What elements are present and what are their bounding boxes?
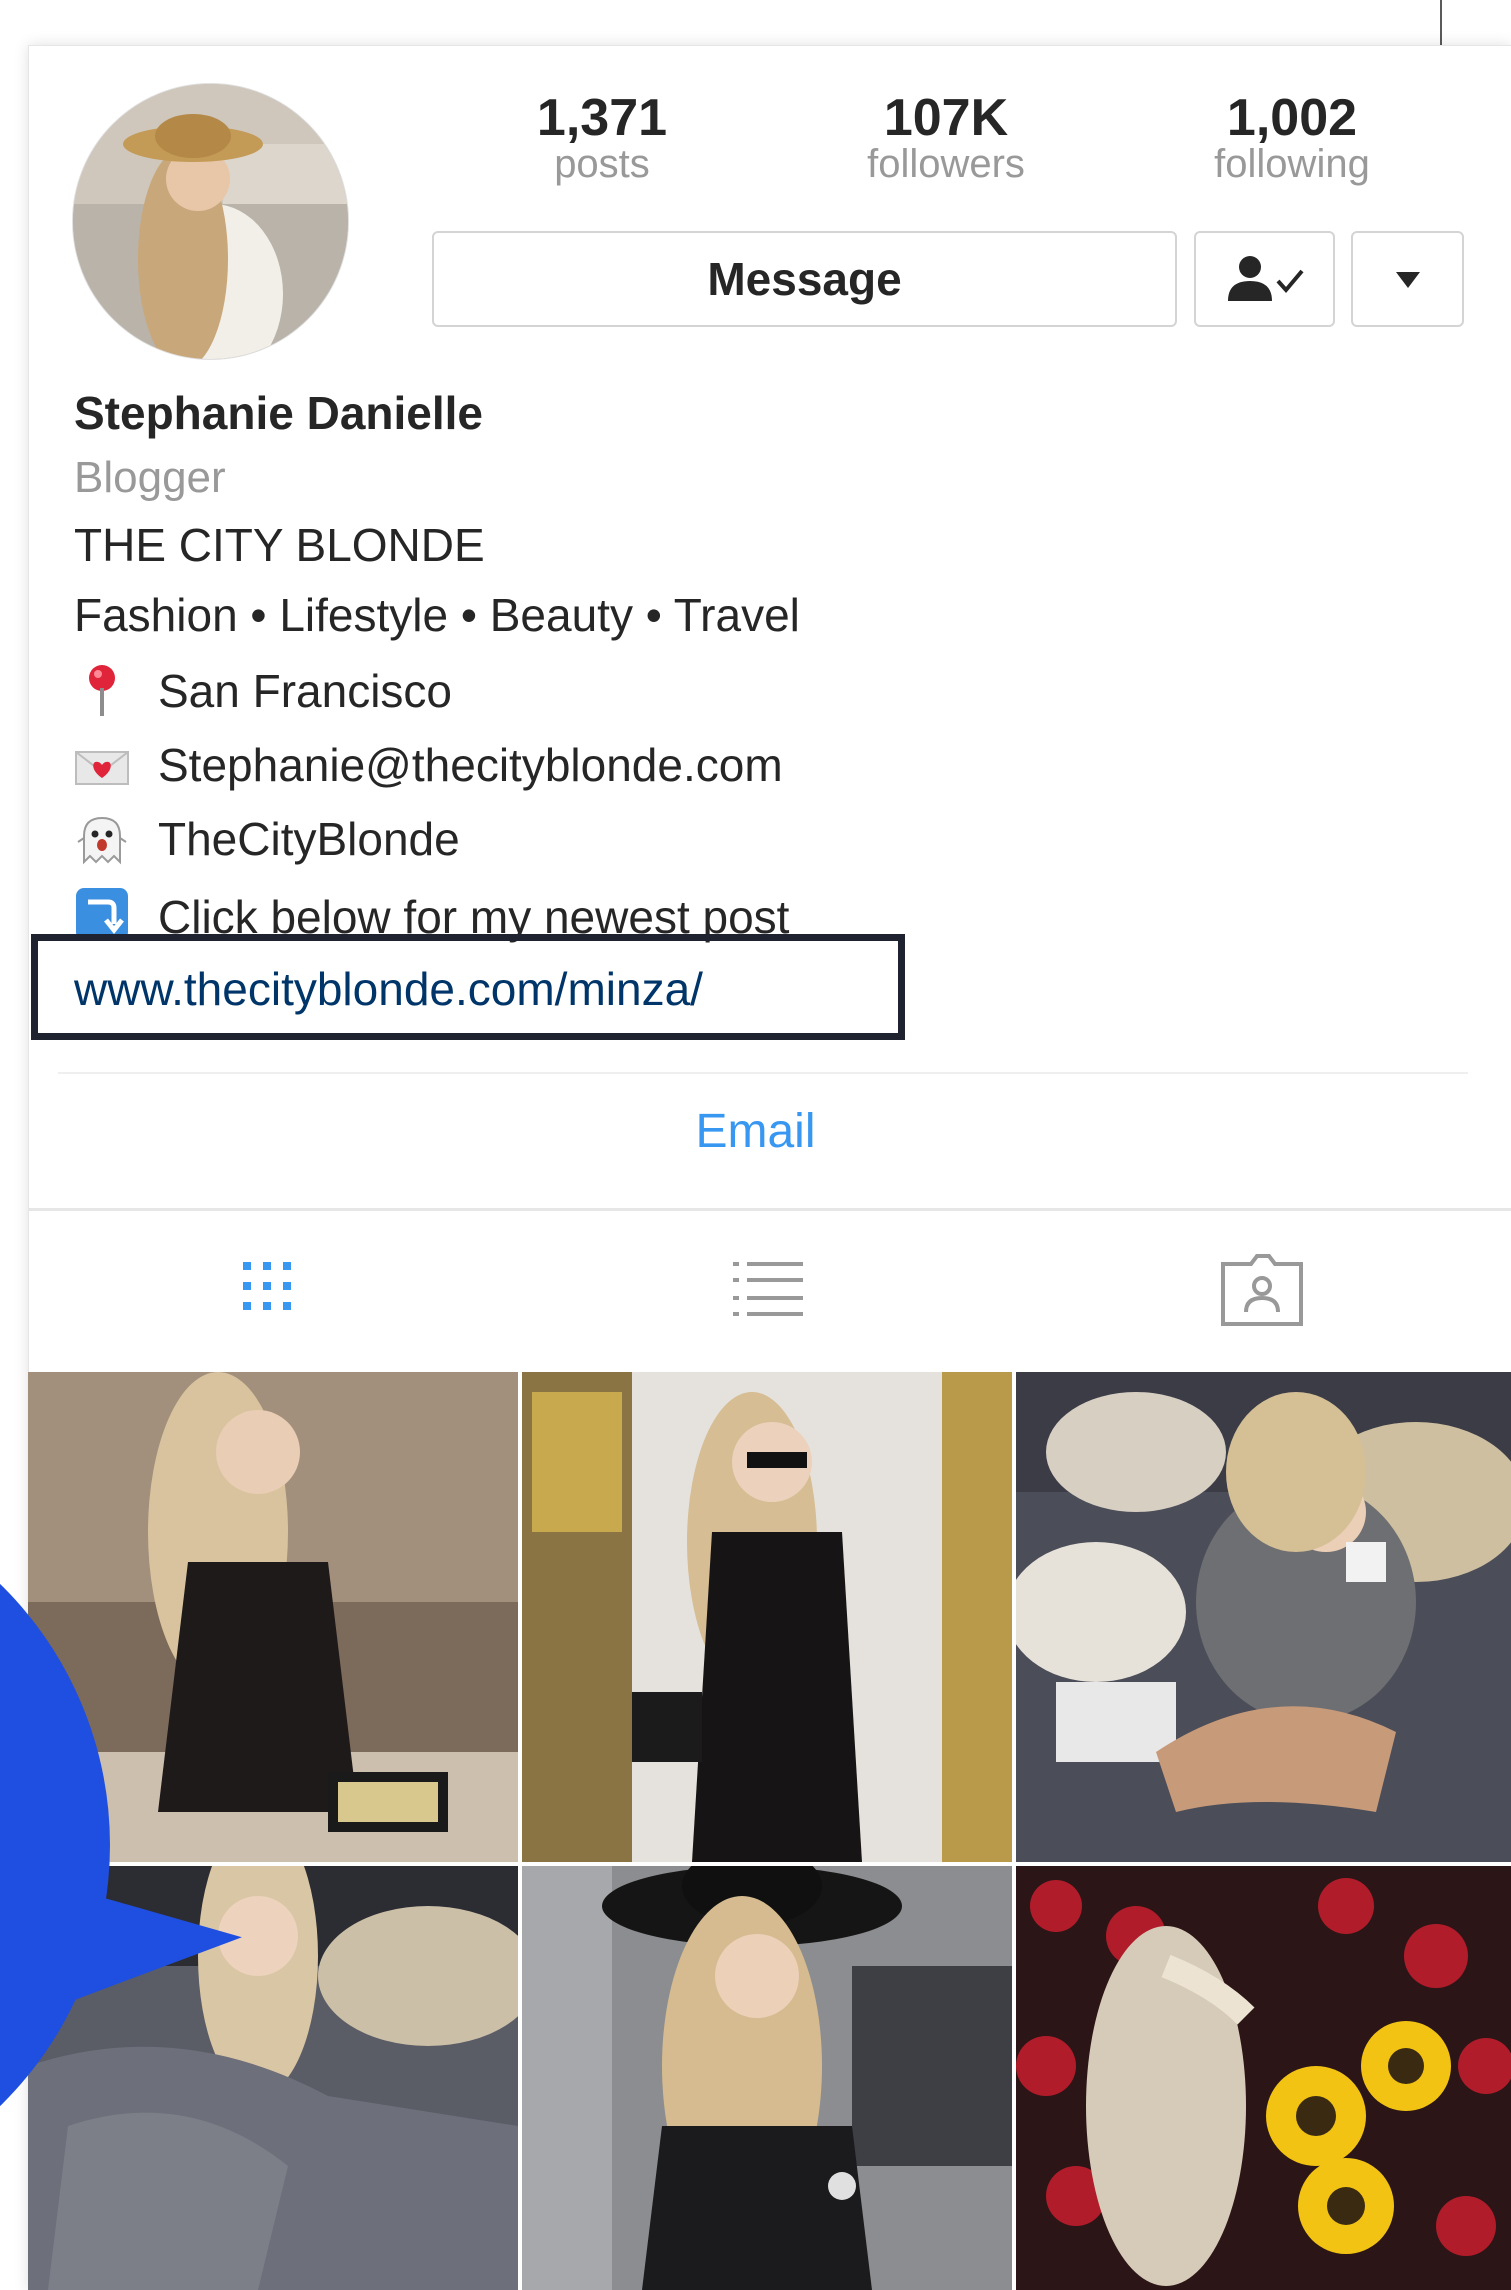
photo-braid-sunflowers (1016, 1866, 1511, 2290)
followers-stat[interactable]: 107K followers (816, 88, 1076, 184)
edge-line (1440, 0, 1442, 45)
grid-photo-5[interactable] (522, 1866, 1012, 2290)
photo-black-dress-sunglasses (522, 1372, 1012, 1862)
tabs-top-divider (28, 1208, 1511, 1211)
message-button[interactable]: Message (432, 231, 1177, 327)
grid-photo-2[interactable] (522, 1372, 1012, 1862)
grid-photo-3[interactable] (1016, 1372, 1511, 1862)
grid-photo-6[interactable] (1016, 1866, 1511, 2290)
posts-label: posts (554, 142, 650, 186)
email-button[interactable]: Email (0, 1108, 1511, 1156)
ghost-icon (77, 816, 127, 865)
following-count: 1,002 (1226, 89, 1358, 147)
love-letter-icon (75, 751, 129, 785)
more-options-button[interactable] (1351, 231, 1464, 327)
following-button[interactable] (1194, 231, 1335, 327)
bio-divider (58, 1072, 1468, 1074)
profile-avatar[interactable] (72, 83, 349, 360)
tab-grid[interactable] (225, 1250, 325, 1340)
photo-grid (28, 1372, 1511, 2290)
bubble-tail (52, 1858, 248, 2002)
avatar-image (73, 84, 348, 359)
bio-line-2: Fashion • Lifestyle • Beauty • Travel (74, 589, 800, 641)
bio-location: San Francisco (158, 665, 453, 717)
photo-black-hat-leather-jacket (522, 1866, 1012, 2290)
posts-count: 1,371 (536, 89, 668, 147)
followers-count: 107K (883, 89, 1009, 147)
pin-icon (89, 665, 115, 716)
profile-category: Blogger (74, 453, 226, 502)
following-stat[interactable]: 1,002 following (1162, 88, 1422, 184)
caret-down-icon (1395, 272, 1420, 288)
profile-name: Stephanie Danielle (74, 387, 484, 439)
following-label: following (1214, 142, 1370, 186)
grid-icon (243, 1262, 291, 1310)
tab-list[interactable] (725, 1250, 825, 1340)
posts-stat[interactable]: 1,371 posts (472, 88, 732, 184)
website-highlight-box (31, 934, 905, 1040)
list-icon (733, 1262, 803, 1316)
photo-sweater-coffee-bed (1016, 1372, 1511, 1862)
bio-email: Stephanie@thecityblonde.com (158, 739, 783, 791)
tagged-user-icon (1221, 1254, 1303, 1326)
screenshot-stage: 1,371 posts 107K followers 1,002 followi… (0, 0, 1511, 2290)
tab-tagged[interactable] (1213, 1250, 1313, 1340)
person-check-icon (1227, 256, 1304, 301)
bio-line-1: THE CITY BLONDE (74, 519, 485, 571)
followers-label: followers (867, 142, 1025, 186)
bio-snapchat: TheCityBlonde (158, 813, 460, 865)
